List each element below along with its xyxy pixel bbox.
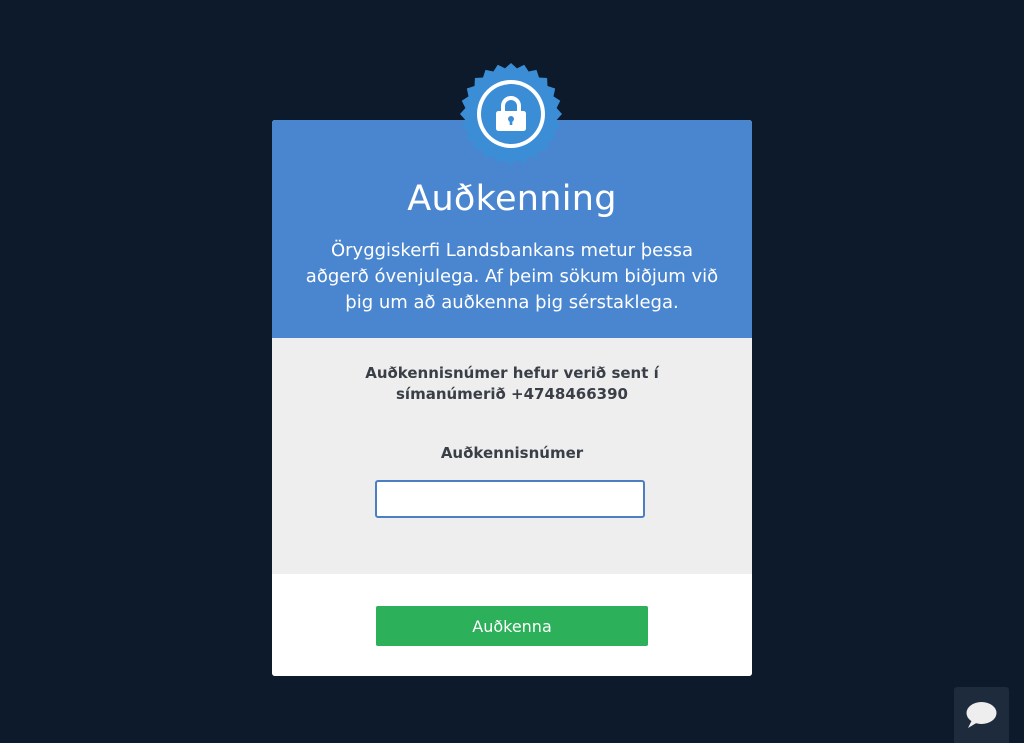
- page: Auðkenning Öryggiskerfi Landsbankans met…: [0, 0, 1024, 743]
- lock-icon: [460, 63, 562, 165]
- auth-code-input[interactable]: [375, 480, 645, 518]
- modal-title: Auðkenning: [407, 179, 617, 219]
- authenticate-button[interactable]: Auðkenna: [376, 606, 648, 646]
- modal-header: Auðkenning Öryggiskerfi Landsbankans met…: [272, 63, 752, 338]
- modal-body: Auðkennisnúmer hefur verið sent í símanú…: [272, 338, 752, 574]
- code-field-label: Auðkennisnúmer: [440, 444, 584, 462]
- chat-widget-button[interactable]: [954, 687, 1009, 743]
- security-badge: [459, 62, 563, 166]
- code-sent-message: Auðkennisnúmer hefur verið sent í símanú…: [365, 364, 659, 403]
- modal-description: Öryggiskerfi Landsbankans metur þessa að…: [305, 240, 719, 313]
- modal-footer: Auðkenna: [272, 574, 752, 676]
- chat-icon: [966, 702, 997, 728]
- auth-modal: Auðkenning Öryggiskerfi Landsbankans met…: [272, 63, 752, 676]
